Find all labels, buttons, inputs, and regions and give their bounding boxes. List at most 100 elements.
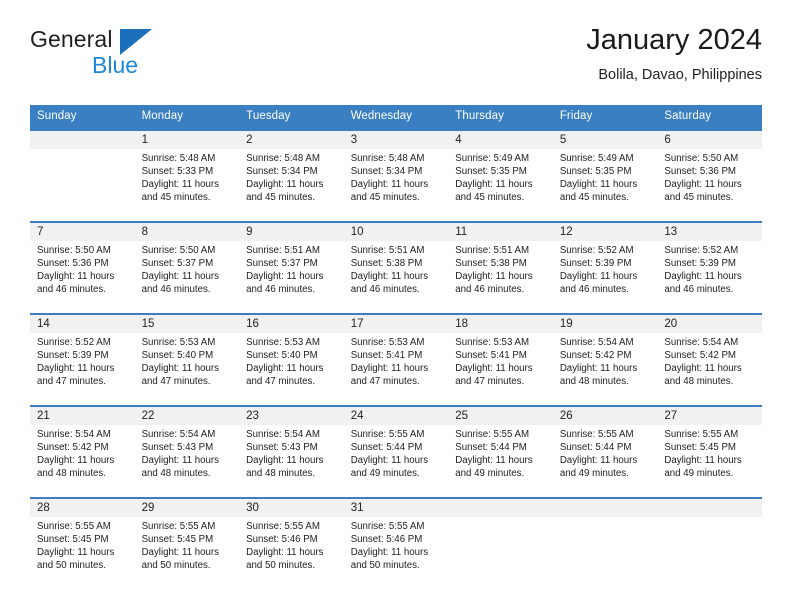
daylight-text: Daylight: 11 hours and 45 minutes. xyxy=(455,179,533,204)
day-details: Sunrise: 5:52 AM Sunset: 5:39 PM Daylight:… xyxy=(30,333,135,388)
logo-text-general: General xyxy=(30,26,113,52)
weekday-header-tuesday: Tuesday xyxy=(246,110,291,122)
daylight-text: Daylight: 11 hours and 50 minutes. xyxy=(350,547,429,572)
day-number: 3 xyxy=(343,131,449,149)
calendar-day-cell[interactable]: 28 Sunrise: 5:55 AM Sunset: 5:45 PM Dayligh… xyxy=(30,499,135,582)
calendar-day-cell[interactable]: 20 Sunrise: 5:54 AM Sunset: 5:42 PM Dayligh… xyxy=(657,315,762,398)
sunset-text: Sunset: 5:40 PM xyxy=(141,350,214,362)
day-details: Sunrise: 5:54 AM Sunset: 5:42 PM Daylight:… xyxy=(657,333,762,388)
calendar-day-cell[interactable]: 5 Sunrise: 5:49 AM Sunset: 5:35 PM Daylight… xyxy=(552,131,658,214)
calendar-day-cell[interactable]: 16 Sunrise: 5:53 AM Sunset: 5:40 PM Dayligh… xyxy=(239,315,344,398)
calendar-day-cell[interactable]: 3 Sunrise: 5:48 AM Sunset: 5:34 PM Daylight… xyxy=(343,131,449,214)
sunset-text: Sunset: 5:43 PM xyxy=(141,442,214,454)
sunset-text: Sunset: 5:42 PM xyxy=(559,350,632,362)
calendar-day-cell[interactable]: 11 Sunrise: 5:51 AM Sunset: 5:38 PM Dayligh… xyxy=(448,223,553,306)
sunrise-text: Sunrise: 5:55 AM xyxy=(141,521,216,532)
day-number xyxy=(448,499,553,517)
sunrise-text: Sunrise: 5:54 AM xyxy=(37,429,111,440)
daylight-text: Daylight: 11 hours and 48 minutes. xyxy=(246,455,324,480)
calendar-week-row: 14 Sunrise: 5:52 AM Sunset: 5:39 PM Dayligh… xyxy=(30,313,762,398)
calendar-day-cell[interactable]: 2 Sunrise: 5:48 AM Sunset: 5:34 PM Daylight… xyxy=(239,131,344,214)
sunrise-text: Sunrise: 5:55 AM xyxy=(559,429,634,440)
daylight-text: Daylight: 11 hours and 45 minutes. xyxy=(559,179,638,204)
daylight-text: Daylight: 11 hours and 48 minutes. xyxy=(664,363,742,388)
day-number: 8 xyxy=(134,223,240,241)
day-number xyxy=(30,131,135,149)
calendar-page: General Blue January 2024 Bolila, Davao,… xyxy=(0,0,792,612)
day-number: 21 xyxy=(30,407,135,425)
day-number: 5 xyxy=(552,131,658,149)
calendar-day-cell[interactable]: 13 Sunrise: 5:52 AM Sunset: 5:39 PM Dayligh… xyxy=(657,223,762,306)
sunset-text: Sunset: 5:42 PM xyxy=(664,350,736,362)
calendar-day-cell[interactable]: 4 Sunrise: 5:49 AM Sunset: 5:35 PM Daylight… xyxy=(448,131,553,214)
day-number: 30 xyxy=(239,499,344,517)
day-details: Sunrise: 5:48 AM Sunset: 5:34 PM Daylight:… xyxy=(344,149,449,204)
daylight-text: Daylight: 11 hours and 49 minutes. xyxy=(559,455,638,480)
calendar-day-cell[interactable]: 18 Sunrise: 5:53 AM Sunset: 5:41 PM Dayligh… xyxy=(448,315,553,398)
day-details: Sunrise: 5:52 AM Sunset: 5:39 PM Daylight:… xyxy=(553,241,658,296)
sunrise-text: Sunrise: 5:50 AM xyxy=(37,245,111,256)
calendar-day-cell[interactable]: 24 Sunrise: 5:55 AM Sunset: 5:44 PM Dayligh… xyxy=(343,407,449,490)
day-details: Sunrise: 5:53 AM Sunset: 5:41 PM Daylight:… xyxy=(344,333,449,388)
day-details: Sunrise: 5:55 AM Sunset: 5:45 PM Daylight:… xyxy=(657,425,762,480)
calendar-day-cell-empty xyxy=(552,499,658,582)
calendar-day-cell[interactable]: 15 Sunrise: 5:53 AM Sunset: 5:40 PM Dayligh… xyxy=(134,315,240,398)
day-number: 23 xyxy=(239,407,344,425)
daylight-text: Daylight: 11 hours and 45 minutes. xyxy=(246,179,324,204)
sunset-text: Sunset: 5:41 PM xyxy=(350,350,423,362)
calendar-day-cell[interactable]: 25 Sunrise: 5:55 AM Sunset: 5:44 PM Dayligh… xyxy=(448,407,553,490)
day-number: 18 xyxy=(448,315,553,333)
sunset-text: Sunset: 5:43 PM xyxy=(246,442,318,454)
calendar-day-cell[interactable]: 30 Sunrise: 5:55 AM Sunset: 5:46 PM Dayligh… xyxy=(239,499,344,582)
daylight-text: Daylight: 11 hours and 46 minutes. xyxy=(664,271,742,296)
day-number: 28 xyxy=(30,499,135,517)
calendar-day-cell[interactable]: 21 Sunrise: 5:54 AM Sunset: 5:42 PM Dayligh… xyxy=(30,407,135,490)
sunrise-text: Sunrise: 5:54 AM xyxy=(664,337,739,348)
calendar-week-row: 21 Sunrise: 5:54 AM Sunset: 5:42 PM Dayligh… xyxy=(30,405,762,490)
calendar-day-cell[interactable]: 26 Sunrise: 5:55 AM Sunset: 5:44 PM Dayligh… xyxy=(552,407,658,490)
calendar-day-cell[interactable]: 29 Sunrise: 5:55 AM Sunset: 5:45 PM Dayligh… xyxy=(134,499,240,582)
day-details: Sunrise: 5:54 AM Sunset: 5:43 PM Daylight:… xyxy=(239,425,344,480)
calendar-day-cell[interactable]: 1 Sunrise: 5:48 AM Sunset: 5:33 PM Daylight… xyxy=(134,131,240,214)
calendar-day-cell[interactable]: 7 Sunrise: 5:50 AM Sunset: 5:36 PM Daylight… xyxy=(30,223,135,306)
calendar-day-cell-empty xyxy=(657,499,762,582)
calendar-day-cell[interactable]: 6 Sunrise: 5:50 AM Sunset: 5:36 PM Daylight… xyxy=(657,131,762,214)
sunrise-text: Sunrise: 5:54 AM xyxy=(559,337,634,348)
calendar-day-cell[interactable]: 22 Sunrise: 5:54 AM Sunset: 5:43 PM Dayligh… xyxy=(134,407,240,490)
calendar-day-cell[interactable]: 23 Sunrise: 5:54 AM Sunset: 5:43 PM Dayligh… xyxy=(239,407,344,490)
daylight-text: Daylight: 11 hours and 46 minutes. xyxy=(141,271,219,296)
calendar-day-cell-empty xyxy=(448,499,553,582)
sunrise-text: Sunrise: 5:53 AM xyxy=(455,337,530,348)
sunset-text: Sunset: 5:46 PM xyxy=(246,534,318,546)
sunset-text: Sunset: 5:36 PM xyxy=(664,166,736,178)
calendar-day-cell[interactable]: 31 Sunrise: 5:55 AM Sunset: 5:46 PM Dayligh… xyxy=(343,499,449,582)
calendar-day-cell[interactable]: 10 Sunrise: 5:51 AM Sunset: 5:38 PM Dayligh… xyxy=(343,223,449,306)
day-number: 19 xyxy=(552,315,658,333)
sunrise-text: Sunrise: 5:51 AM xyxy=(350,245,425,256)
calendar-day-cell[interactable]: 17 Sunrise: 5:53 AM Sunset: 5:41 PM Dayligh… xyxy=(343,315,449,398)
day-details: Sunrise: 5:54 AM Sunset: 5:43 PM Daylight:… xyxy=(135,425,240,480)
sunset-text: Sunset: 5:37 PM xyxy=(141,258,214,270)
calendar-day-cell[interactable]: 8 Sunrise: 5:50 AM Sunset: 5:37 PM Daylight… xyxy=(134,223,240,306)
daylight-text: Daylight: 11 hours and 45 minutes. xyxy=(350,179,429,204)
day-details: Sunrise: 5:48 AM Sunset: 5:34 PM Daylight:… xyxy=(239,149,344,204)
sunrise-text: Sunrise: 5:49 AM xyxy=(455,153,530,164)
daylight-text: Daylight: 11 hours and 46 minutes. xyxy=(246,271,324,296)
day-details: Sunrise: 5:50 AM Sunset: 5:36 PM Daylight:… xyxy=(657,149,762,204)
daylight-text: Daylight: 11 hours and 49 minutes. xyxy=(350,455,429,480)
day-number: 10 xyxy=(343,223,449,241)
calendar-weeks: 1 Sunrise: 5:48 AM Sunset: 5:33 PM Daylight… xyxy=(30,129,762,582)
calendar-day-cell[interactable]: 14 Sunrise: 5:52 AM Sunset: 5:39 PM Dayligh… xyxy=(30,315,135,398)
logo-general-blue[interactable]: General Blue xyxy=(30,26,260,84)
daylight-text: Daylight: 11 hours and 50 minutes. xyxy=(37,547,115,572)
calendar-day-cell[interactable]: 19 Sunrise: 5:54 AM Sunset: 5:42 PM Dayligh… xyxy=(552,315,658,398)
calendar-day-cell[interactable]: 27 Sunrise: 5:55 AM Sunset: 5:45 PM Dayligh… xyxy=(657,407,762,490)
daylight-text: Daylight: 11 hours and 47 minutes. xyxy=(350,363,429,388)
calendar-day-cell[interactable]: 12 Sunrise: 5:52 AM Sunset: 5:39 PM Dayligh… xyxy=(552,223,658,306)
weekday-header-wednesday: Wednesday xyxy=(350,110,413,122)
day-number: 13 xyxy=(657,223,762,241)
day-details: Sunrise: 5:53 AM Sunset: 5:40 PM Daylight:… xyxy=(135,333,240,388)
calendar-day-cell[interactable]: 9 Sunrise: 5:51 AM Sunset: 5:37 PM Daylight… xyxy=(239,223,344,306)
weekday-header-saturday: Saturday xyxy=(664,110,712,122)
sunrise-text: Sunrise: 5:55 AM xyxy=(350,429,425,440)
